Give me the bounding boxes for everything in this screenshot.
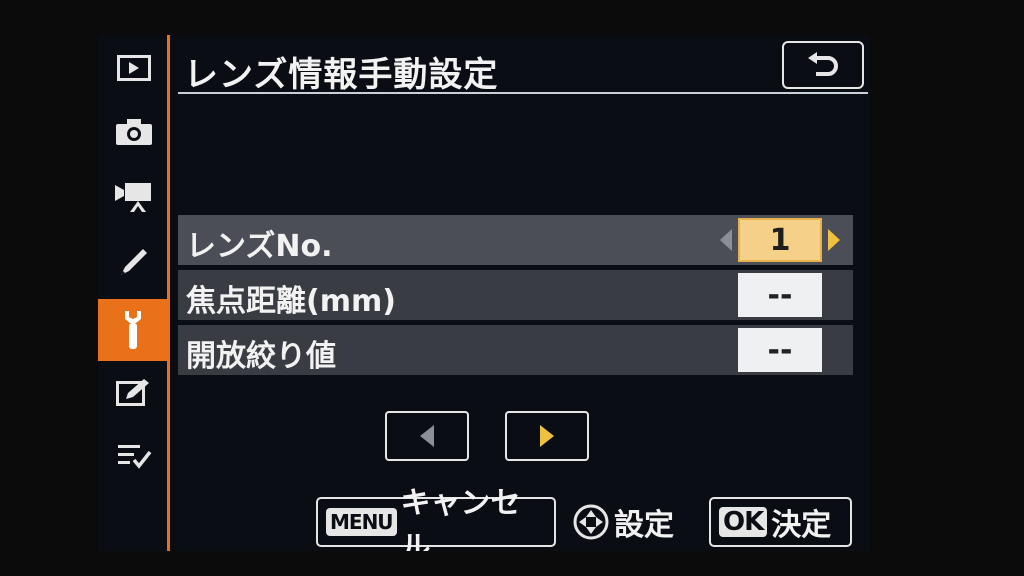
row-label: 開放絞り値 bbox=[186, 339, 336, 374]
max-aperture-value[interactable]: -- bbox=[738, 328, 822, 372]
left-triangle-icon bbox=[420, 425, 434, 447]
camera-menu-screen: レンズ情報手動設定 レンズNo. 1 焦点距離(mm) -- 開放絞り値 -- … bbox=[98, 35, 870, 551]
confirm-button[interactable]: OK 決定 bbox=[709, 497, 852, 547]
next-button[interactable] bbox=[505, 411, 589, 461]
set-label: 設定 bbox=[614, 508, 674, 543]
playback-icon[interactable] bbox=[106, 45, 162, 91]
cancel-button[interactable]: MENU キャンセル bbox=[316, 486, 556, 551]
title-divider bbox=[178, 92, 868, 94]
back-button[interactable] bbox=[782, 41, 864, 89]
sidebar bbox=[98, 35, 170, 551]
previous-button[interactable] bbox=[385, 411, 469, 461]
my-menu-icon[interactable] bbox=[106, 433, 162, 479]
page-title: レンズ情報手動設定 bbox=[184, 55, 499, 95]
menu-button-tag: MENU bbox=[326, 508, 397, 536]
wrench-icon[interactable] bbox=[98, 299, 167, 361]
confirm-label: 決定 bbox=[771, 508, 832, 543]
camera-icon[interactable] bbox=[106, 109, 162, 155]
lens-number-value[interactable]: 1 bbox=[738, 218, 822, 262]
row-label: 焦点距離(mm) bbox=[186, 284, 396, 319]
focal-length-value[interactable]: -- bbox=[738, 273, 822, 317]
decrease-arrow-icon[interactable] bbox=[720, 229, 732, 251]
return-icon bbox=[808, 52, 838, 76]
retouch-icon[interactable] bbox=[106, 369, 162, 415]
movie-icon[interactable] bbox=[106, 173, 162, 219]
cancel-label: キャンセル bbox=[400, 486, 521, 551]
ok-button-tag: OK bbox=[719, 507, 768, 537]
multi-selector-icon bbox=[573, 504, 609, 540]
increase-arrow-icon[interactable] bbox=[828, 229, 840, 251]
row-max-aperture[interactable]: 開放絞り値 -- bbox=[178, 325, 853, 375]
row-focal-length[interactable]: 焦点距離(mm) -- bbox=[178, 270, 853, 320]
right-triangle-icon bbox=[540, 425, 554, 447]
pencil-icon[interactable] bbox=[106, 239, 162, 285]
row-label: レンズNo. bbox=[186, 229, 333, 264]
row-lens-number[interactable]: レンズNo. 1 bbox=[178, 215, 853, 265]
set-hint: 設定 bbox=[572, 497, 696, 547]
